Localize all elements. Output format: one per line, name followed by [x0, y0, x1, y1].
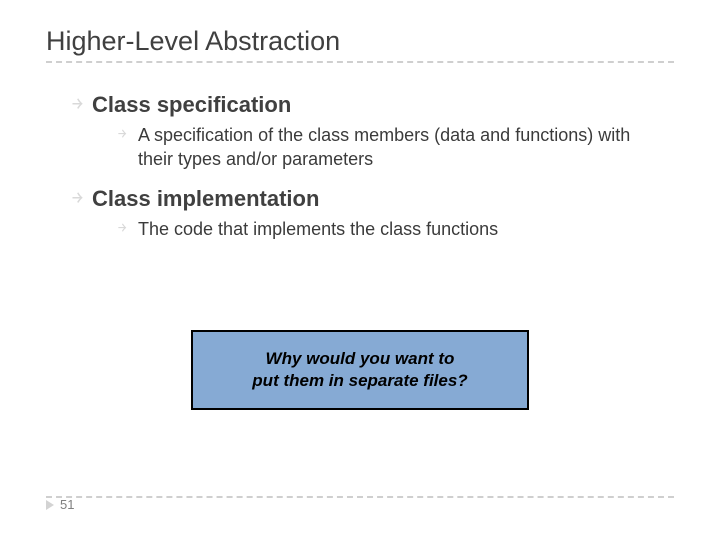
page-marker: 51 — [46, 497, 74, 512]
bullet-sub: The code that implements the class funct… — [138, 217, 498, 241]
bullet-glyph: ￫ — [72, 91, 92, 119]
bullet-level1: ￫ Class implementation — [72, 185, 674, 213]
callout-line1: Why would you want to — [266, 349, 455, 368]
slide: Higher-Level Abstraction ￫ Class specifi… — [0, 0, 720, 540]
bullet-sub: A specification of the class members (da… — [138, 123, 634, 171]
page-number: 51 — [60, 497, 74, 512]
bullet-glyph: ￫ — [118, 123, 138, 147]
bullet-glyph: ￫ — [118, 217, 138, 241]
callout-line2: put them in separate files? — [252, 371, 467, 390]
bullet-level2: ￫ The code that implements the class fun… — [118, 217, 634, 241]
bullet-glyph: ￫ — [72, 185, 92, 213]
bullet-heading: Class specification — [92, 91, 291, 119]
title-divider — [46, 61, 674, 63]
bullet-level2: ￫ A specification of the class members (… — [118, 123, 634, 171]
chevron-right-icon — [46, 500, 54, 510]
callout-box: Why would you want to put them in separa… — [191, 330, 529, 410]
footer: 51 — [0, 497, 720, 512]
bullet-level1: ￫ Class specification — [72, 91, 674, 119]
bullet-heading: Class implementation — [92, 185, 319, 213]
callout-text: Why would you want to put them in separa… — [252, 348, 467, 392]
slide-title: Higher-Level Abstraction — [46, 26, 674, 57]
